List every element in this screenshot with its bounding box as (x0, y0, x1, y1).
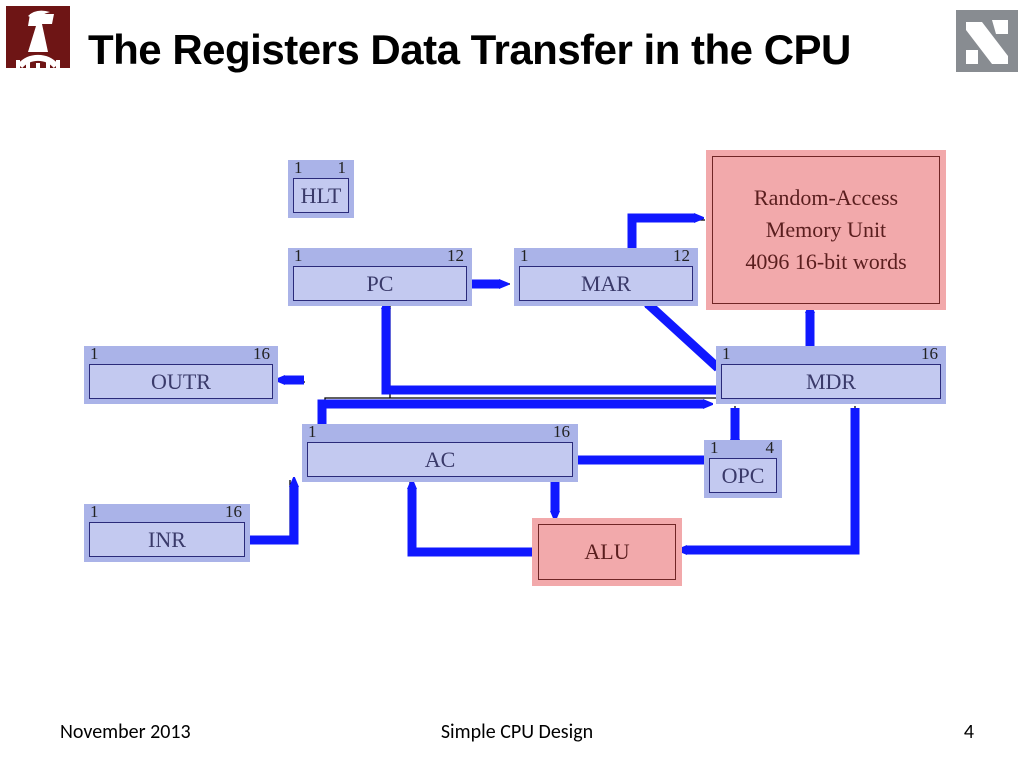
register-mdr: 1 16 MDR (716, 346, 946, 404)
bit-right: 12 (673, 246, 690, 266)
bit-right: 1 (338, 158, 347, 178)
bit-right: 12 (447, 246, 464, 266)
bit-left: 1 (294, 246, 303, 266)
ram-unit: Random-Access Memory Unit 4096 16-bit wo… (706, 150, 946, 310)
register-label: INR (148, 527, 186, 553)
bit-left: 1 (722, 344, 731, 364)
bit-left: 1 (90, 502, 99, 522)
footer-page: 4 (964, 720, 974, 744)
bit-right: 16 (921, 344, 938, 364)
register-label: MAR (581, 271, 631, 297)
bit-right: 16 (253, 344, 270, 364)
bit-right: 16 (553, 422, 570, 442)
register-hlt: 1 1 HLT (288, 160, 354, 218)
alu-block: ALU (532, 518, 682, 586)
register-label: HLT (301, 183, 342, 209)
register-label: PC (367, 271, 394, 297)
register-mar: 1 12 MAR (514, 248, 698, 306)
register-opc: 1 4 OPC (704, 440, 782, 498)
register-ac: 1 16 AC (302, 424, 578, 482)
register-label: AC (425, 447, 456, 473)
ram-line3: 4096 16-bit words (745, 246, 906, 278)
register-pc: 1 12 PC (288, 248, 472, 306)
aleph-logo (956, 10, 1018, 72)
register-outr: 1 16 OUTR (84, 346, 278, 404)
bit-left: 1 (294, 158, 303, 178)
register-label: MDR (806, 369, 856, 395)
slide-footer: November 2013 Simple CPU Design 4 (60, 720, 974, 748)
technion-logo (6, 6, 70, 68)
register-inr: 1 16 INR (84, 504, 250, 562)
bit-right: 16 (225, 502, 242, 522)
bit-right: 4 (766, 438, 775, 458)
footer-desc: Simple CPU Design (441, 720, 593, 744)
bit-left: 1 (308, 422, 317, 442)
register-label: OUTR (151, 369, 211, 395)
bit-left: 1 (90, 344, 99, 364)
footer-date: November 2013 (60, 720, 191, 744)
bit-left: 1 (520, 246, 529, 266)
ram-line1: Random-Access (754, 182, 898, 214)
cpu-diagram: 1 1 HLT 1 12 PC 1 12 MAR Random-Access M… (80, 140, 960, 640)
alu-label: ALU (584, 539, 629, 565)
bit-left: 1 (710, 438, 719, 458)
register-label: OPC (722, 463, 765, 489)
ram-line2: Memory Unit (766, 214, 886, 246)
slide-title: The Registers Data Transfer in the CPU (88, 26, 851, 74)
